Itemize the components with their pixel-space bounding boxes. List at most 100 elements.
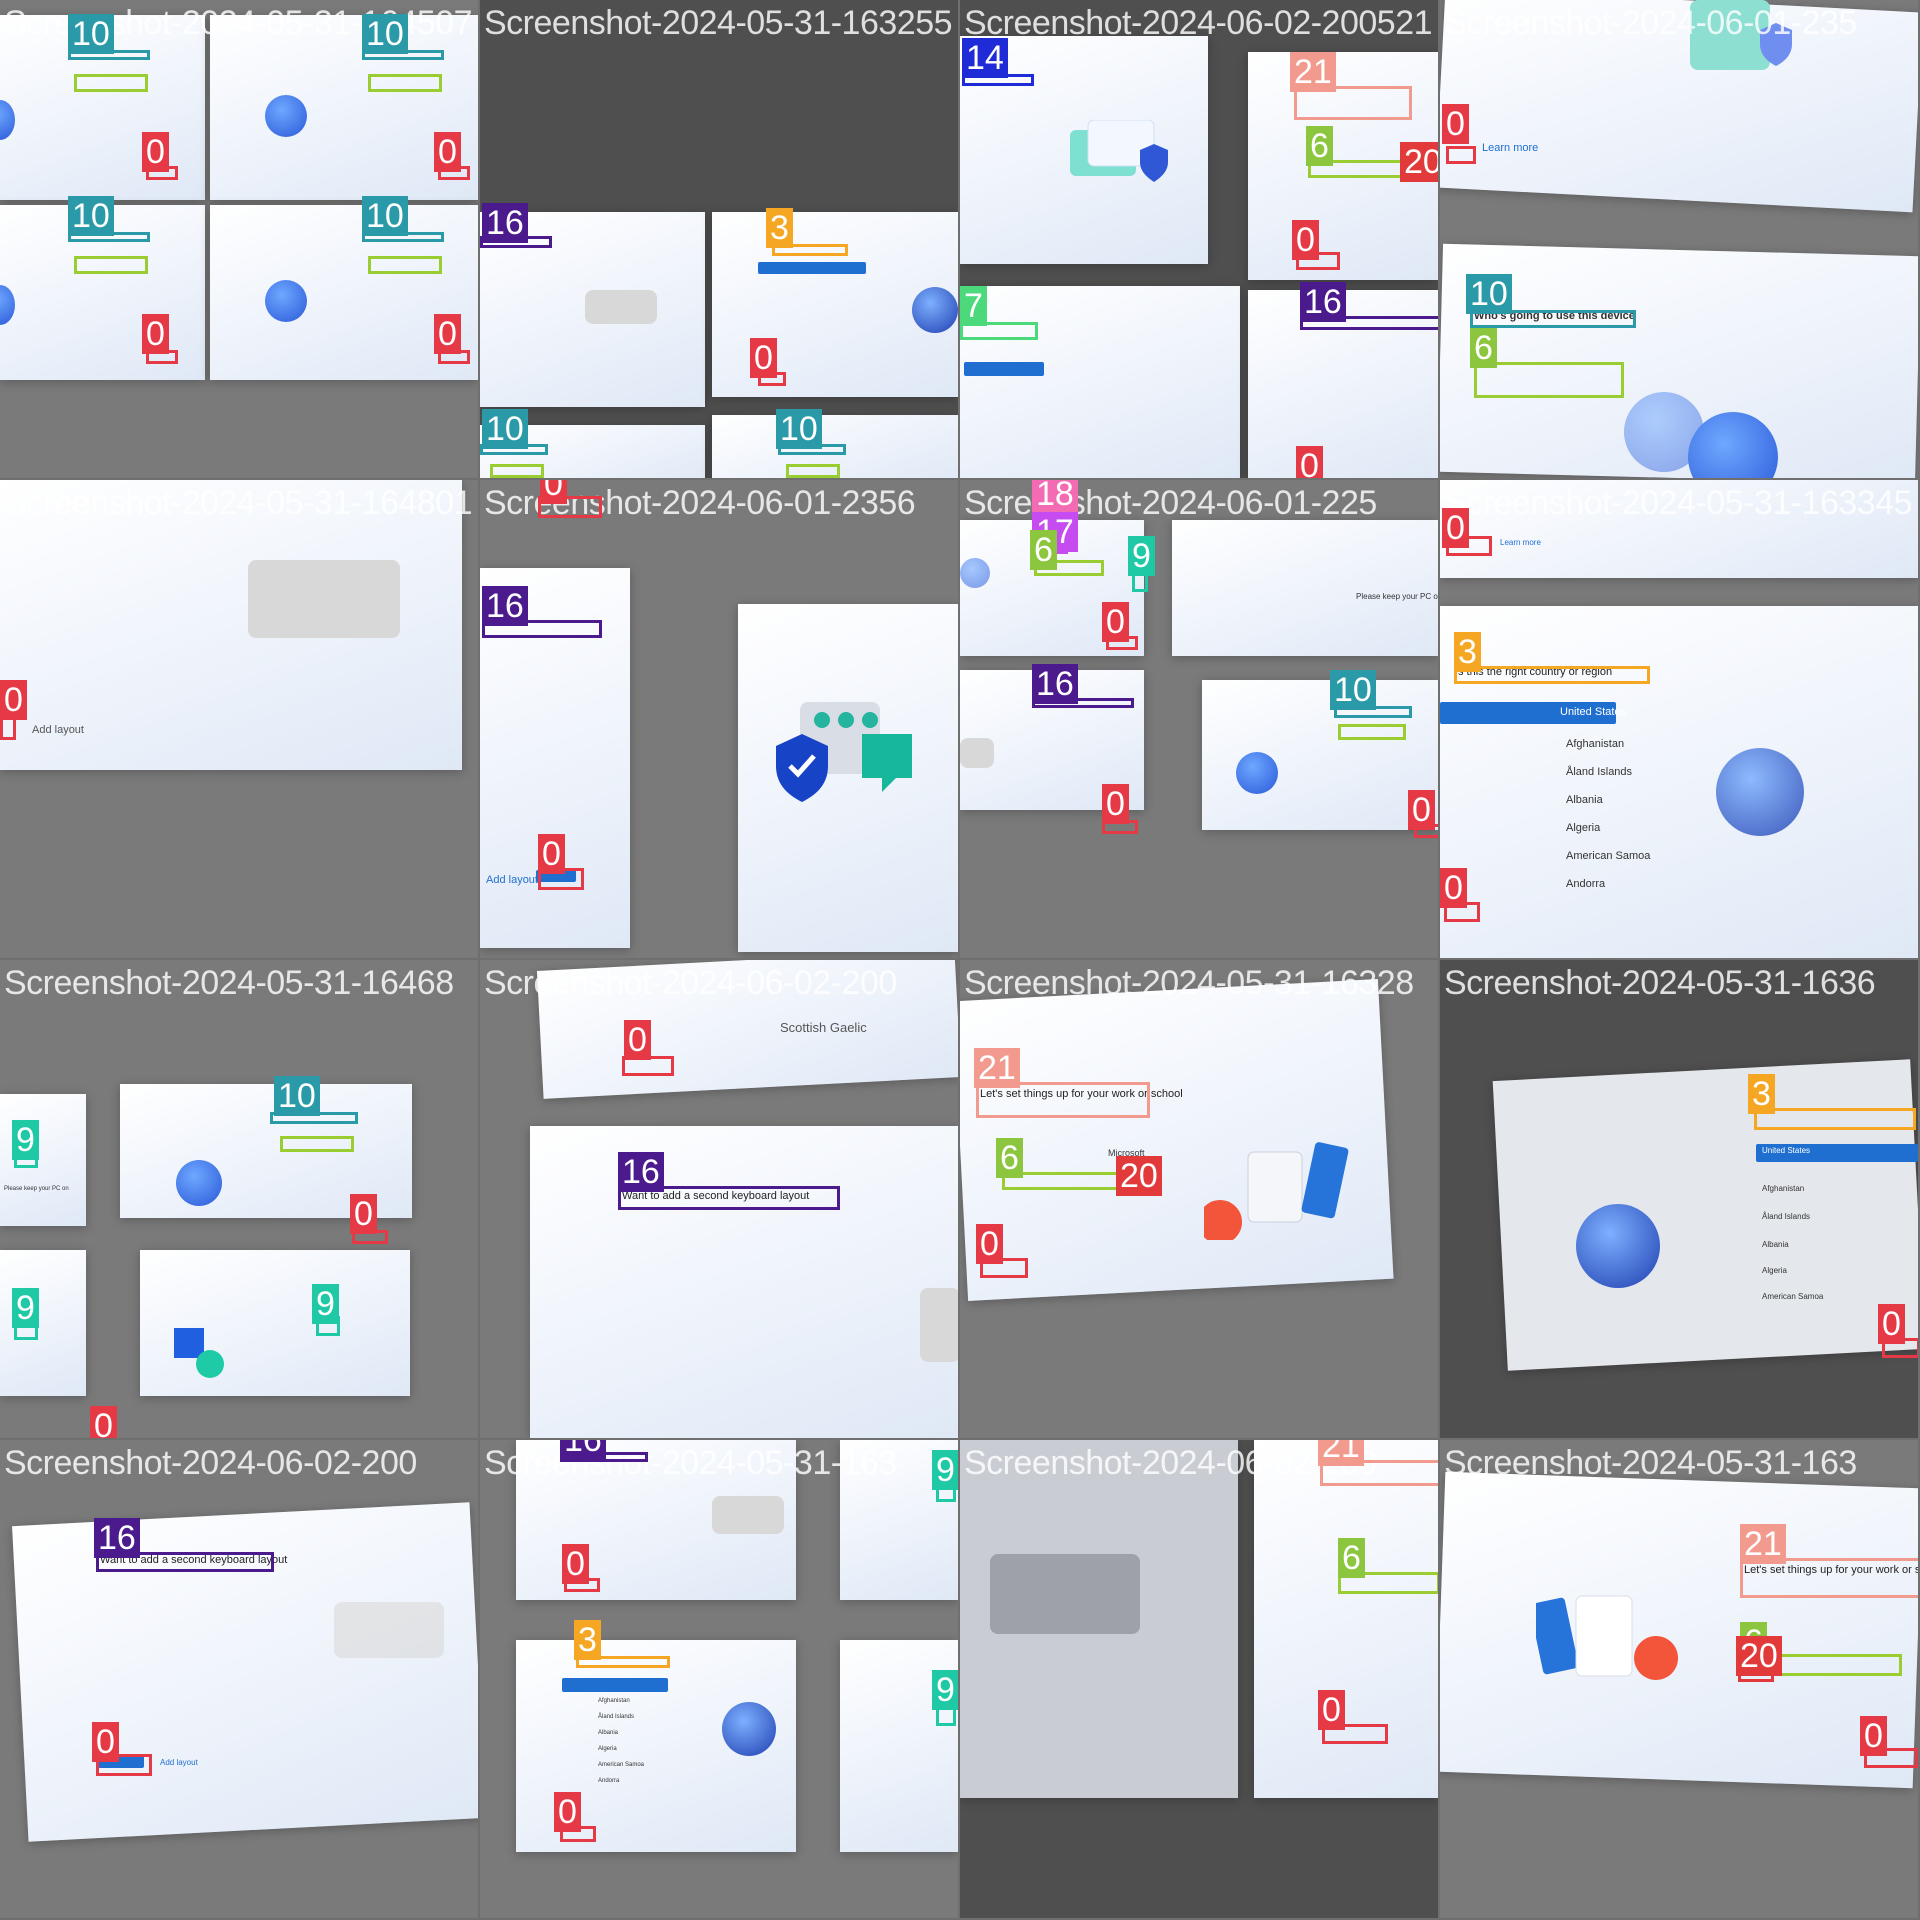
user-avatar-icon	[265, 95, 307, 137]
dialog-card	[0, 1094, 86, 1226]
label-6: 6	[1306, 126, 1333, 166]
name-field-box[interactable]	[786, 464, 840, 478]
security-shield-icon	[776, 702, 912, 802]
label-10: 10	[274, 1076, 320, 1116]
label-0: 0	[750, 338, 777, 378]
add-layout-link[interactable]: Add layout	[32, 724, 84, 736]
tile-8: Screenshot-2024-05-31-163345 0 Learn mor…	[1440, 480, 1918, 958]
keyboard-icon	[248, 560, 400, 638]
next-button-box[interactable]	[1446, 146, 1476, 164]
label-10: 10	[776, 409, 822, 449]
dialog-card	[1440, 606, 1918, 958]
name-field-box[interactable]	[280, 1136, 354, 1152]
country-selected-row[interactable]	[562, 1678, 668, 1692]
label-0: 0	[976, 1224, 1003, 1264]
country-selected-row[interactable]	[758, 262, 866, 274]
country-option[interactable]: Albania	[1762, 1240, 1789, 1249]
user-avatar-icon	[176, 1160, 222, 1206]
label-0: 0	[0, 680, 27, 720]
country-option[interactable]: Afghanistan	[1762, 1184, 1804, 1193]
label-10: 10	[68, 196, 114, 236]
label-0: 0	[142, 132, 169, 172]
tile-5: Screenshot-2024-05-31-164801 Add layout …	[0, 480, 478, 958]
tile-title: Screenshot-2024-05-31-163345	[1444, 484, 1913, 522]
name-field-box[interactable]	[368, 256, 442, 274]
label-0: 0	[554, 1792, 581, 1832]
country-option[interactable]: Afghanistan	[598, 1698, 630, 1704]
name-field-box[interactable]	[1338, 724, 1406, 740]
name-field-box[interactable]	[74, 74, 148, 92]
label-16: 16	[560, 1440, 606, 1460]
country-option[interactable]: Albania	[1566, 794, 1603, 806]
name-field-box[interactable]	[490, 464, 544, 478]
tile-title: Screenshot-2024-05-31-1636	[1444, 964, 1876, 1002]
name-field-box[interactable]	[74, 256, 148, 274]
dialog-card	[1254, 1440, 1438, 1798]
country-selected-row[interactable]	[964, 362, 1044, 376]
label-0: 0	[142, 314, 169, 354]
country-option[interactable]: Algeria	[1566, 822, 1600, 834]
tile-16: Screenshot-2024-05-31-163 21 Let's set t…	[1440, 1440, 1918, 1918]
dialog-card	[1172, 520, 1438, 656]
country-option[interactable]: Åland Islands	[598, 1714, 634, 1720]
country-option[interactable]: Algeria	[1762, 1266, 1787, 1275]
keyboard-icon	[960, 738, 994, 768]
learn-more-link[interactable]: Learn more	[1500, 538, 1541, 547]
label-9: 9	[1128, 536, 1155, 576]
keyboard-icon	[585, 290, 657, 324]
label-10: 10	[1466, 274, 1512, 314]
tile-6: Screenshot-2024-06-01-2356 0 16 0 Add la…	[480, 480, 958, 958]
tile-title: Screenshot-2024-05-31-16328	[964, 964, 1414, 1002]
country-option[interactable]: Algeria	[598, 1746, 617, 1752]
dialog-card	[1492, 1059, 1918, 1371]
label-3: 3	[766, 208, 793, 248]
country-option[interactable]: Albania	[598, 1730, 618, 1736]
country-option[interactable]: American Samoa	[1762, 1292, 1823, 1301]
tile-title: Screenshot-2024-05-31-163	[484, 1444, 897, 1482]
label-20: 20	[1400, 142, 1438, 182]
label-6: 6	[996, 1138, 1023, 1178]
label-0: 0	[1102, 602, 1129, 642]
dialog-card	[960, 286, 1240, 478]
language-option[interactable]: Scottish Gaelic	[780, 1020, 867, 1035]
tile-title: Screenshot-2024-06-02-200521	[964, 4, 1433, 42]
label-0: 0	[1296, 446, 1323, 478]
country-option[interactable]: American Samoa	[598, 1762, 644, 1768]
label-9: 9	[12, 1120, 39, 1160]
country-option[interactable]: Åland Islands	[1762, 1212, 1810, 1221]
globe-icon	[1716, 748, 1804, 836]
globe-icon	[722, 1702, 776, 1756]
country-option[interactable]: Åland Islands	[1566, 766, 1632, 778]
label-0: 0	[90, 1406, 117, 1438]
please-keep-pc-text: Please keep your PC on	[1356, 592, 1438, 601]
tile-9: Screenshot-2024-05-31-16468 9 Please kee…	[0, 960, 478, 1438]
country-option[interactable]: United States	[1762, 1146, 1810, 1155]
label-0: 0	[540, 480, 567, 504]
country-option[interactable]: United States	[1560, 706, 1626, 718]
country-option[interactable]: American Samoa	[1566, 850, 1650, 862]
dialog-card	[530, 1126, 958, 1438]
country-option[interactable]: Andorra	[1566, 878, 1605, 890]
work-clipboard-icon	[1204, 1142, 1349, 1240]
country-option[interactable]: Afghanistan	[1566, 738, 1624, 750]
label-0: 0	[538, 834, 565, 874]
add-layout-link[interactable]: Add layout	[486, 874, 538, 886]
tile-7: Screenshot-2024-06-01-225 18 17 6 0 9 Pl…	[960, 480, 1438, 958]
tile-13: Screenshot-2024-06-02-200 16 Want to add…	[0, 1440, 478, 1918]
label-0: 0	[1440, 868, 1467, 908]
country-option[interactable]: Andorra	[598, 1778, 619, 1784]
label-0: 0	[350, 1194, 377, 1234]
user-avatar-icon	[960, 558, 990, 588]
label-6: 6	[1338, 1538, 1365, 1578]
label-16: 16	[482, 203, 528, 243]
tile-14: Screenshot-2024-05-31-163 16 0 9 3 Afgha…	[480, 1440, 958, 1918]
learn-more-link[interactable]: Learn more	[1482, 142, 1538, 154]
label-3: 3	[1454, 632, 1481, 672]
tile-title: Screenshot-2024-06-02-200	[484, 964, 897, 1002]
add-layout-link[interactable]: Add layout	[160, 1758, 198, 1767]
globe-icon	[1576, 1204, 1660, 1288]
tile-title: Screenshot-2024-05-31-163	[1444, 1444, 1857, 1482]
name-field-box[interactable]	[368, 74, 442, 92]
label-7: 7	[960, 286, 987, 326]
tile-title: Screenshot-2024-05-31-164801	[4, 484, 473, 522]
